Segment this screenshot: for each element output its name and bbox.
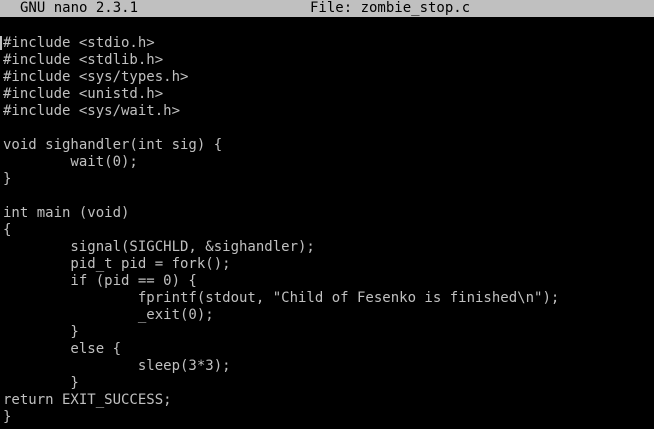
- code-line[interactable]: }: [3, 324, 653, 341]
- code-line[interactable]: return EXIT_SUCCESS;: [3, 392, 653, 409]
- editor-text-area[interactable]: #include <stdio.h> #include <stdlib.h> #…: [3, 35, 653, 426]
- code-line[interactable]: }: [3, 171, 653, 188]
- code-line[interactable]: sleep(3*3);: [3, 358, 653, 375]
- code-line[interactable]: [3, 188, 653, 205]
- file-name-label: File: zombie_stop.c: [310, 0, 471, 16]
- code-line[interactable]: #include <stdlib.h>: [3, 52, 653, 69]
- text-cursor: [0, 36, 2, 50]
- code-line[interactable]: #include <sys/wait.h>: [3, 103, 653, 120]
- code-line[interactable]: wait(0);: [3, 154, 653, 171]
- code-line[interactable]: #include <stdio.h>: [3, 35, 653, 52]
- app-version-label: GNU nano 2.3.1: [20, 0, 139, 16]
- code-line[interactable]: }: [3, 409, 653, 426]
- code-line[interactable]: [3, 120, 653, 137]
- code-line[interactable]: _exit(0);: [3, 307, 653, 324]
- code-line[interactable]: pid_t pid = fork();: [3, 256, 653, 273]
- code-line[interactable]: signal(SIGCHLD, &sighandler);: [3, 239, 653, 256]
- code-line[interactable]: if (pid == 0) {: [3, 273, 653, 290]
- code-line[interactable]: {: [3, 222, 653, 239]
- code-line[interactable]: void sighandler(int sig) {: [3, 137, 653, 154]
- code-line[interactable]: else {: [3, 341, 653, 358]
- code-line[interactable]: int main (void): [3, 205, 653, 222]
- code-line[interactable]: #include <sys/types.h>: [3, 69, 653, 86]
- code-line[interactable]: }: [3, 375, 653, 392]
- code-line[interactable]: fprintf(stdout, "Child of Fesenko is fin…: [3, 290, 653, 307]
- nano-title-bar: GNU nano 2.3.1 File: zombie_stop.c: [0, 0, 654, 17]
- code-line[interactable]: #include <unistd.h>: [3, 86, 653, 103]
